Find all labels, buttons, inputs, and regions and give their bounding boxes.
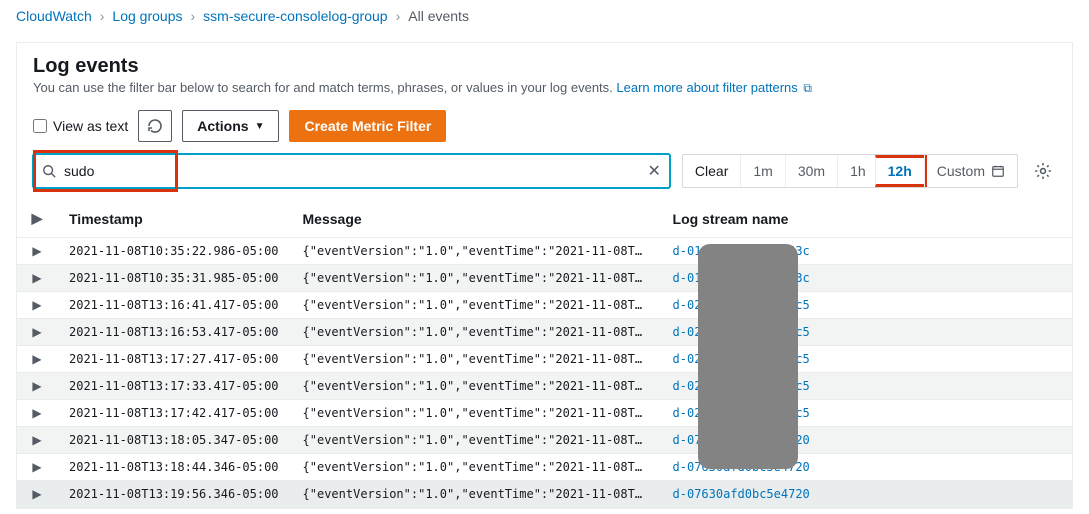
- table-row: ▶ 2021-11-08T13:19:56.346-05:00 {"eventV…: [17, 481, 1072, 508]
- refresh-icon: [147, 118, 163, 134]
- time-range-custom[interactable]: Custom: [924, 155, 1017, 187]
- cell-message: {"eventVersion":"1.0","eventTime":"2021-…: [291, 346, 661, 373]
- cell-timestamp: 2021-11-08T13:16:53.417-05:00: [57, 319, 291, 346]
- table-row: ▶ 2021-11-08T13:17:33.417-05:00 {"eventV…: [17, 373, 1072, 400]
- gear-icon: [1030, 162, 1056, 180]
- cell-timestamp: 2021-11-08T13:18:44.346-05:00: [57, 454, 291, 481]
- expand-row-icon[interactable]: ▶: [32, 271, 41, 285]
- search-icon: [42, 164, 56, 178]
- learn-more-link[interactable]: Learn more about filter patterns: [616, 80, 797, 95]
- calendar-icon: [991, 164, 1005, 178]
- view-as-text-checkbox[interactable]: View as text: [33, 118, 128, 134]
- cell-message: {"eventVersion":"1.0","eventTime":"2021-…: [291, 481, 661, 508]
- log-stream-link[interactable]: d-07630afd0bc5e4720: [673, 487, 810, 501]
- time-range-30m[interactable]: 30m: [785, 155, 837, 187]
- expand-row-icon[interactable]: ▶: [32, 325, 41, 339]
- cell-message: {"eventVersion":"1.0","eventTime":"2021-…: [291, 292, 661, 319]
- time-range-group: Clear 1m 30m 1h 12h Custom: [682, 154, 1018, 188]
- cell-timestamp: 2021-11-08T13:17:27.417-05:00: [57, 346, 291, 373]
- actions-button[interactable]: Actions ▼: [182, 110, 279, 142]
- expand-all-icon[interactable]: ▶: [32, 210, 43, 226]
- events-table: ▶ Timestamp Message Log stream name ▶ 20…: [17, 200, 1072, 508]
- cell-timestamp: 2021-11-08T13:17:33.417-05:00: [57, 373, 291, 400]
- time-range-1m[interactable]: 1m: [740, 155, 784, 187]
- cell-message: {"eventVersion":"1.0","eventTime":"2021-…: [291, 238, 661, 265]
- time-range-custom-label: Custom: [937, 163, 985, 179]
- filter-input-wrap[interactable]: ✕: [33, 154, 670, 188]
- expand-row-icon[interactable]: ▶: [32, 433, 41, 447]
- expand-row-icon[interactable]: ▶: [32, 244, 41, 258]
- table-row: ▶ 2021-11-08T10:35:22.986-05:00 {"eventV…: [17, 238, 1072, 265]
- clear-input-icon[interactable]: ✕: [648, 161, 661, 181]
- cell-timestamp: 2021-11-08T10:35:22.986-05:00: [57, 238, 291, 265]
- cell-message: {"eventVersion":"1.0","eventTime":"2021-…: [291, 265, 661, 292]
- cell-message: {"eventVersion":"1.0","eventTime":"2021-…: [291, 319, 661, 346]
- redacted-region: [698, 244, 798, 469]
- cell-timestamp: 2021-11-08T10:35:31.985-05:00: [57, 265, 291, 292]
- chevron-right-icon: ›: [396, 8, 401, 24]
- breadcrumb-current: All events: [408, 8, 469, 24]
- caret-down-icon: ▼: [255, 121, 265, 132]
- expand-row-icon[interactable]: ▶: [32, 460, 41, 474]
- cell-message: {"eventVersion":"1.0","eventTime":"2021-…: [291, 454, 661, 481]
- table-row: ▶ 2021-11-08T13:17:42.417-05:00 {"eventV…: [17, 400, 1072, 427]
- expand-row-icon[interactable]: ▶: [32, 352, 41, 366]
- cell-timestamp: 2021-11-08T13:16:41.417-05:00: [57, 292, 291, 319]
- view-as-text-label: View as text: [53, 118, 128, 134]
- expand-row-icon[interactable]: ▶: [32, 487, 41, 501]
- cell-message: {"eventVersion":"1.0","eventTime":"2021-…: [291, 373, 661, 400]
- chevron-right-icon: ›: [190, 8, 195, 24]
- cell-timestamp: 2021-11-08T13:17:42.417-05:00: [57, 400, 291, 427]
- view-as-text-input[interactable]: [33, 119, 47, 133]
- page-subtitle: You can use the filter bar below to sear…: [33, 80, 1056, 96]
- table-row: ▶ 2021-11-08T13:16:53.417-05:00 {"eventV…: [17, 319, 1072, 346]
- table-row: ▶ 2021-11-08T13:17:27.417-05:00 {"eventV…: [17, 346, 1072, 373]
- breadcrumb-log-groups[interactable]: Log groups: [112, 8, 182, 24]
- breadcrumb-group-name[interactable]: ssm-secure-consolelog-group: [203, 8, 387, 24]
- refresh-button[interactable]: [138, 110, 172, 142]
- breadcrumb: CloudWatch › Log groups › ssm-secure-con…: [0, 0, 1089, 32]
- expand-row-icon[interactable]: ▶: [32, 298, 41, 312]
- toolbar: View as text Actions ▼ Create Metric Fil…: [17, 106, 1072, 154]
- time-range-1h[interactable]: 1h: [837, 155, 878, 187]
- cell-message: {"eventVersion":"1.0","eventTime":"2021-…: [291, 400, 661, 427]
- filter-input[interactable]: [64, 163, 640, 179]
- log-events-panel: Log events You can use the filter bar be…: [16, 42, 1073, 509]
- col-stream[interactable]: Log stream name: [661, 200, 1072, 238]
- external-link-icon: ⧉: [803, 81, 812, 95]
- table-row: ▶ 2021-11-08T13:18:05.347-05:00 {"eventV…: [17, 427, 1072, 454]
- col-message[interactable]: Message: [291, 200, 661, 238]
- settings-button[interactable]: [1030, 154, 1056, 188]
- expand-row-icon[interactable]: ▶: [32, 406, 41, 420]
- cell-timestamp: 2021-11-08T13:19:56.346-05:00: [57, 481, 291, 508]
- table-row: ▶ 2021-11-08T13:18:44.346-05:00 {"eventV…: [17, 454, 1072, 481]
- time-range-clear[interactable]: Clear: [683, 155, 740, 187]
- col-timestamp[interactable]: Timestamp: [57, 200, 291, 238]
- expand-row-icon[interactable]: ▶: [32, 379, 41, 393]
- create-metric-filter-button[interactable]: Create Metric Filter: [289, 110, 446, 142]
- cell-timestamp: 2021-11-08T13:18:05.347-05:00: [57, 427, 291, 454]
- table-row: ▶ 2021-11-08T10:35:31.985-05:00 {"eventV…: [17, 265, 1072, 292]
- breadcrumb-root[interactable]: CloudWatch: [16, 8, 92, 24]
- cell-message: {"eventVersion":"1.0","eventTime":"2021-…: [291, 427, 661, 454]
- table-row: ▶ 2021-11-08T13:16:41.417-05:00 {"eventV…: [17, 292, 1072, 319]
- page-title: Log events: [33, 55, 1056, 78]
- chevron-right-icon: ›: [100, 8, 105, 24]
- actions-label: Actions: [197, 118, 248, 134]
- time-range-12h[interactable]: 12h: [875, 155, 927, 187]
